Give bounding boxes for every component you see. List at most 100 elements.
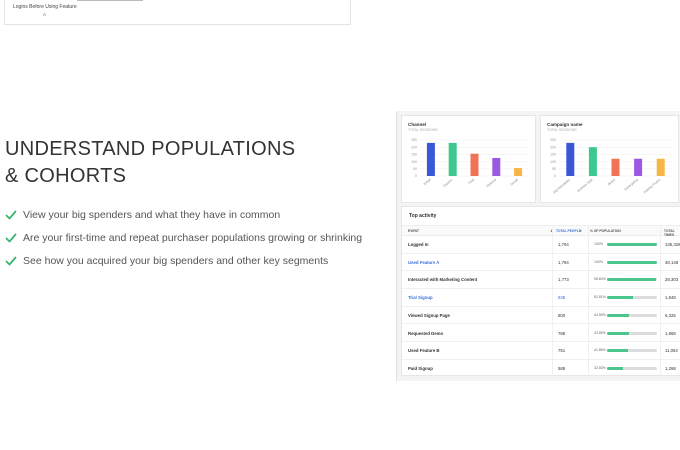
table-header: EVENT ⇕ TOTAL PEOPLE ▾ % OF POPULATION T…: [402, 225, 680, 237]
table-row[interactable]: Interacted with Marketing Content 1,773 98…: [402, 271, 680, 290]
total-times: 28,303: [665, 277, 679, 283]
population-percent: 44.59%: [594, 312, 606, 317]
y-tick-label: 100: [411, 160, 417, 164]
total-times: 11,054: [665, 348, 678, 354]
table-title: Top activity: [409, 213, 437, 219]
population-bar: [607, 366, 657, 370]
population-bar-fill: [607, 366, 624, 370]
channel-bar-chart: 250 200 150 100 50 0 Email Organic Paid Referral S…: [411, 138, 529, 189]
bar: [566, 142, 575, 176]
total-people: 788: [558, 330, 566, 336]
checkmark-icon: [5, 233, 17, 242]
bar: [448, 142, 457, 176]
feature-bullet: View your big spenders and what they hav…: [5, 203, 362, 226]
checkmark-icon: [5, 210, 17, 219]
card-divider: [77, 0, 143, 1]
event-name[interactable]: Logged In: [408, 242, 429, 247]
channel-chart-card: Channel TOTAL SESSIONS 250 200 150 100 50 0 Em…: [401, 115, 536, 203]
event-name[interactable]: Requested Demo: [408, 331, 443, 336]
population-percent: 43.85%: [594, 330, 606, 335]
bar: [470, 153, 479, 176]
total-people: 589: [558, 365, 566, 371]
event-name[interactable]: Trial Signup: [408, 295, 433, 300]
population-bar: [607, 296, 657, 300]
total-times: 135,328: [665, 242, 680, 247]
total-people: 1,773: [558, 277, 569, 283]
x-tick-label: Referral: [486, 178, 497, 189]
column-divider: [588, 225, 589, 377]
table-row[interactable]: Used Feature B 751 41.86% 11,054: [402, 342, 680, 360]
card-axis-label: Logins Before Using Feature: [13, 4, 77, 10]
sort-desc-icon[interactable]: ▾: [580, 229, 582, 233]
table-row[interactable]: Used Feature A 1,794 100% 48,148: [402, 254, 680, 272]
population-percent: 41.86%: [594, 348, 606, 353]
event-name[interactable]: Viewed Signup Page: [408, 313, 450, 318]
event-name[interactable]: Interacted with Marketing Content: [408, 277, 477, 282]
total-people: 1,794: [558, 242, 569, 247]
population-bar-fill: [607, 296, 634, 300]
population-bar-fill: [607, 349, 628, 353]
population-percent: 100%: [594, 242, 603, 246]
column-divider: [552, 225, 553, 377]
population-bar: [607, 260, 657, 264]
campaign-bar-chart: 250 200 150 100 50 0July Newsletter Summer Sal…: [550, 138, 672, 195]
population-bar: [607, 243, 657, 246]
x-tick-label: Email: [423, 178, 432, 186]
feature-bullet: See how you acquired your big spenders a…: [5, 249, 362, 272]
event-name[interactable]: Paid Signup: [408, 366, 433, 371]
y-tick-label: 200: [411, 145, 417, 149]
bar: [634, 158, 643, 176]
population-bar: [607, 278, 657, 282]
dashboard-preview: Channel TOTAL SESSIONS 250 200 150 100 50 0 Em…: [396, 111, 680, 381]
population-percent: 100%: [594, 259, 603, 264]
population-bar: [607, 349, 657, 353]
bar: [426, 142, 435, 176]
feature-bullet-list: View your big spenders and what they hav…: [5, 203, 362, 272]
x-tick-label: Holiday Promo: [643, 178, 662, 195]
bar: [588, 147, 597, 176]
y-tick-label: 0: [415, 174, 417, 178]
table-row[interactable]: Trial Signup 938 52.81% 1,848: [402, 289, 680, 307]
table-row[interactable]: Paid Signup 589 32.83% 1,298: [402, 360, 680, 378]
table-row[interactable]: Viewed Signup Page 800 44.59% 6,325: [402, 307, 680, 325]
feature-bullet-text: See how you acquired your big spenders a…: [23, 254, 329, 267]
population-bar: [607, 331, 657, 335]
total-times: 1,868: [665, 330, 676, 336]
feature-bullet-text: View your big spenders and what they hav…: [23, 208, 281, 221]
top-report-card: Logins Before Using Feature A: [4, 0, 351, 25]
column-header-population[interactable]: % OF POPULATION: [590, 229, 621, 233]
bar: [492, 158, 501, 176]
x-tick-label: July Newsletter: [552, 177, 572, 195]
column-divider: [660, 225, 661, 377]
population-percent: 32.83%: [594, 365, 606, 370]
total-times: 1,848: [665, 295, 676, 301]
hero-title: UNDERSTAND POPULATIONS & COHORTS: [5, 138, 296, 187]
y-tick-label: 250: [411, 138, 417, 142]
column-header-event[interactable]: EVENT: [408, 229, 419, 233]
population-bar-fill: [607, 331, 629, 335]
y-tick-label: 50: [413, 167, 417, 171]
campaign-chart-card: Campaign name TOTAL SESSIONS 250 200 150 10…: [540, 115, 679, 203]
population-bar-fill: [607, 313, 630, 317]
bar: [656, 158, 665, 176]
table-row[interactable]: Requested Demo 788 43.85% 1,868: [402, 325, 680, 343]
event-name[interactable]: Used Feature B: [408, 348, 440, 353]
y-tick-label: 150: [550, 153, 556, 157]
x-tick-label: Brand: [607, 178, 616, 187]
table-row[interactable]: Logged In 1,794 100% 135,328: [402, 236, 680, 254]
bar: [514, 168, 523, 176]
feature-bullet: Are your first-time and repeat purchaser…: [5, 226, 362, 249]
x-tick-label: Social: [510, 178, 519, 187]
y-tick-label: 0: [554, 174, 556, 178]
event-name[interactable]: Used Feature A: [408, 260, 439, 265]
total-people: 751: [558, 348, 566, 354]
total-times: 6,325: [665, 312, 676, 318]
x-tick-label: Paid: [468, 178, 476, 185]
x-tick-label: Retargeting: [624, 178, 639, 192]
population-percent: 98.84%: [594, 277, 606, 282]
column-header-people[interactable]: TOTAL PEOPLE: [556, 229, 581, 233]
total-times: 1,298: [665, 365, 676, 371]
top-activity-card: Top activity EVENT ⇕ TOTAL PEOPLE ▾ % OF…: [401, 206, 680, 378]
card-axis-sublabel: A: [43, 12, 47, 17]
bar: [611, 158, 620, 176]
